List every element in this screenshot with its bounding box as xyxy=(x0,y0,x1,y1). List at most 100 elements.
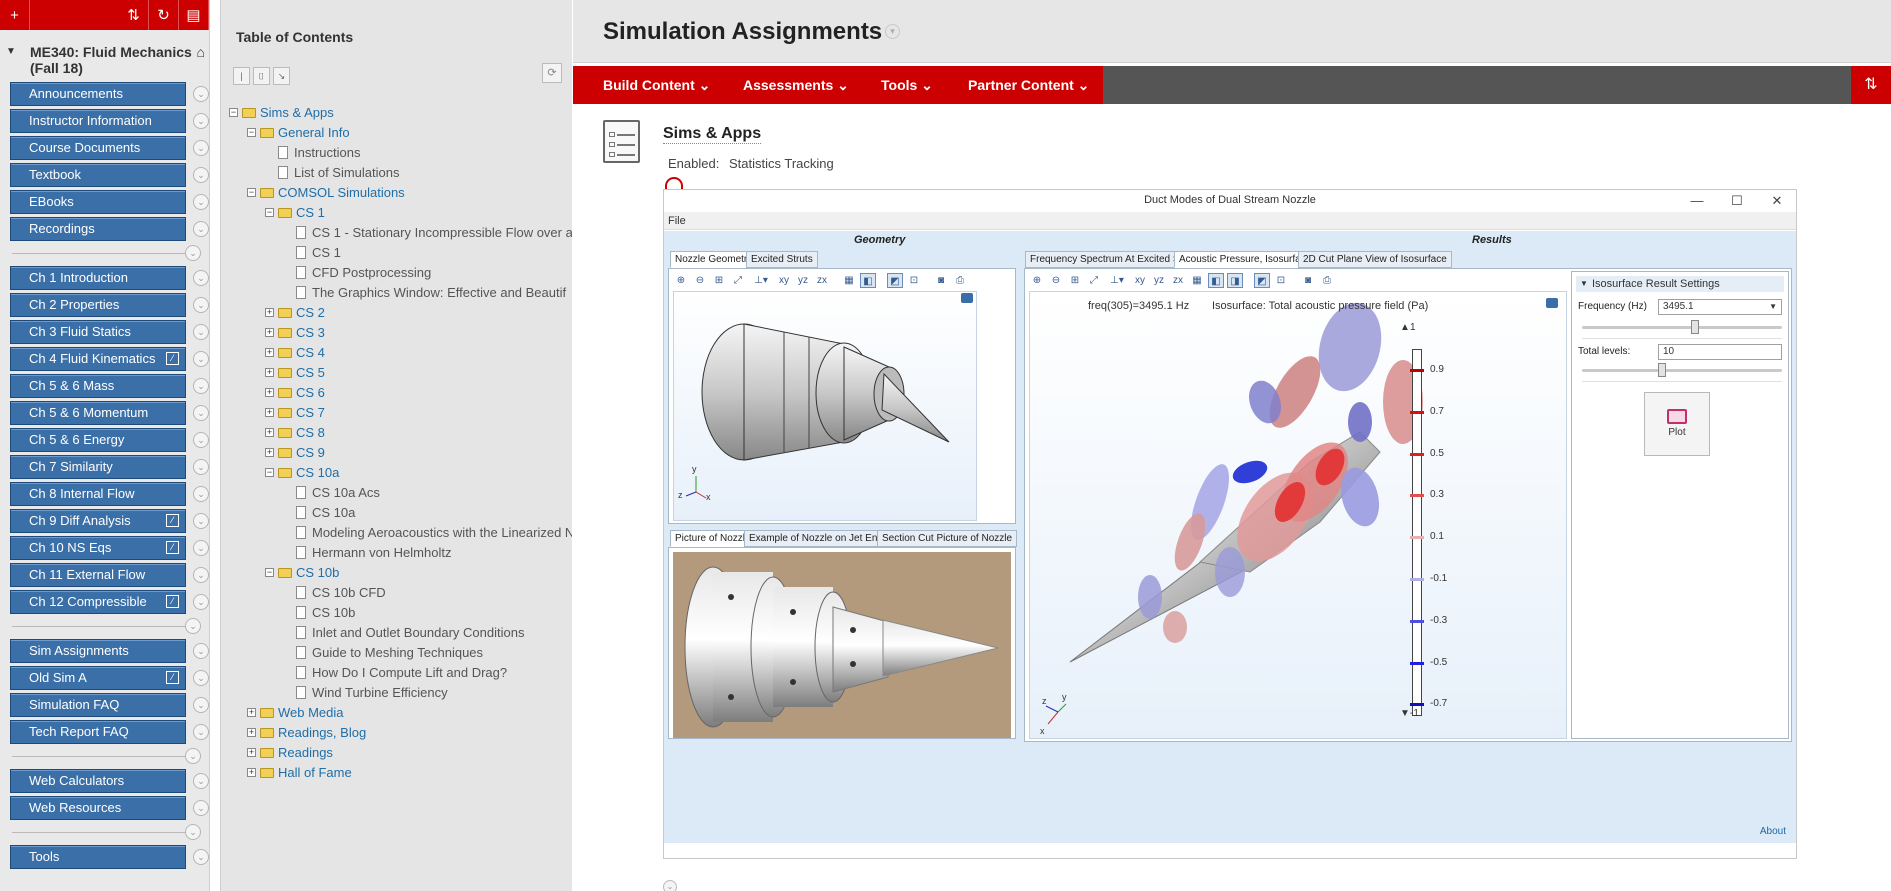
chevron-down-icon[interactable]: ⌄ xyxy=(193,351,209,367)
menu-item[interactable]: Tools ⌄ xyxy=(10,845,209,869)
toc-folder[interactable]: + Web Media xyxy=(221,703,572,723)
close-icon[interactable]: ✕ xyxy=(1762,191,1792,211)
plot-button[interactable]: Plot xyxy=(1644,392,1710,456)
chevron-down-icon[interactable]: ⌄ xyxy=(193,513,209,529)
toc-item[interactable]: CS 1 xyxy=(221,243,572,263)
toc-folder[interactable]: + CS 3 xyxy=(221,323,572,343)
chevron-down-icon[interactable]: ⌄ xyxy=(193,113,209,129)
toc-label[interactable]: CS 7 xyxy=(296,403,325,423)
toc-label[interactable]: Modeling Aeroacoustics with the Lineariz… xyxy=(312,523,572,543)
menu-item[interactable]: Ch 7 Similarity ⌄ xyxy=(10,455,209,479)
menu-item[interactable]: Ch 1 Introduction ⌄ xyxy=(10,266,209,290)
chevron-down-icon[interactable]: ⌄ xyxy=(663,880,677,891)
toc-label[interactable]: CS 2 xyxy=(296,303,325,323)
chevron-down-icon[interactable]: ⌄ xyxy=(193,643,209,659)
folder-view-icon[interactable]: ▤ xyxy=(179,0,209,30)
menu-item[interactable]: Tech Report FAQ ⌄ xyxy=(10,720,209,744)
chevron-down-icon[interactable]: ⌄ xyxy=(193,486,209,502)
chevron-down-icon[interactable]: ⌄ xyxy=(185,245,201,261)
menu-item[interactable]: Ch 2 Properties ⌄ xyxy=(10,293,209,317)
toc-folder[interactable]: + Readings xyxy=(221,743,572,763)
refresh-icon[interactable]: ↻ xyxy=(149,0,179,30)
toc-folder[interactable]: + CS 2 xyxy=(221,303,572,323)
toc-folder[interactable]: + CS 9 xyxy=(221,443,572,463)
menu-item[interactable]: Ch 5 & 6 Mass ⌄ xyxy=(10,374,209,398)
zoom-box-icon[interactable]: ⊞ xyxy=(1067,273,1083,288)
collapse-toggle-icon[interactable]: − xyxy=(265,468,274,477)
menu-item[interactable]: Textbook ⌄ xyxy=(10,163,209,187)
file-menu[interactable]: File xyxy=(668,215,686,227)
toc-folder[interactable]: − General Info xyxy=(221,123,572,143)
expand-toggle-icon[interactable]: + xyxy=(265,428,274,437)
expand-toggle-icon[interactable]: + xyxy=(265,448,274,457)
partner-content-menu[interactable]: Partner Content ⌄ xyxy=(968,66,1089,104)
expand-toggle-icon[interactable]: + xyxy=(265,368,274,377)
menu-item[interactable]: EBooks ⌄ xyxy=(10,190,209,214)
toc-folder[interactable]: + Readings, Blog xyxy=(221,723,572,743)
zoom-extents-icon[interactable]: ⤢ xyxy=(730,273,746,288)
toc-folder[interactable]: + CS 4 xyxy=(221,343,572,363)
toc-label[interactable]: CS 10b CFD xyxy=(312,583,386,603)
toc-label[interactable]: Instructions xyxy=(294,143,360,163)
chevron-down-icon[interactable]: ⌄ xyxy=(193,140,209,156)
toc-label[interactable]: Hermann von Helmholtz xyxy=(312,543,451,563)
chevron-down-icon[interactable]: ⌄ xyxy=(193,459,209,475)
chevron-down-icon[interactable]: ⌄ xyxy=(193,670,209,686)
view-axis-icon[interactable]: ⊥▾ xyxy=(749,273,773,288)
toc-label[interactable]: CS 10b xyxy=(296,563,339,583)
chevron-down-icon[interactable]: ⌄ xyxy=(193,86,209,102)
menu-item[interactable]: Ch 8 Internal Flow ⌄ xyxy=(10,482,209,506)
chevron-down-icon[interactable]: ⌄ xyxy=(193,297,209,313)
tab-picture-of-nozzle[interactable]: Picture of Nozzle xyxy=(670,530,756,547)
print-icon[interactable]: ⎙ xyxy=(1319,273,1335,288)
sort-arrows-icon[interactable]: ⇅ xyxy=(1851,66,1891,104)
chevron-down-icon[interactable]: ⌄ xyxy=(185,618,201,634)
chevron-down-icon[interactable]: ⌄ xyxy=(193,432,209,448)
chevron-down-icon[interactable]: ⌄ xyxy=(193,594,209,610)
collapse-caret-icon[interactable]: ▼ xyxy=(6,46,16,57)
toc-label[interactable]: CS 4 xyxy=(296,343,325,363)
chevron-down-icon[interactable]: ⌄ xyxy=(193,194,209,210)
collapse-toggle-icon[interactable]: − xyxy=(247,128,256,137)
print-icon[interactable]: ⎙ xyxy=(952,273,968,288)
expand-toggle-icon[interactable]: + xyxy=(247,708,256,717)
chevron-down-icon[interactable]: ▾ xyxy=(885,24,900,39)
toc-label[interactable]: List of Simulations xyxy=(294,163,400,183)
toc-item[interactable]: Guide to Meshing Techniques xyxy=(221,643,572,663)
grid-icon[interactable]: ⊡ xyxy=(1273,273,1289,288)
toc-label[interactable]: Guide to Meshing Techniques xyxy=(312,643,483,663)
sort-icon[interactable]: ↘ xyxy=(273,67,290,85)
toc-label[interactable]: Hall of Fame xyxy=(278,763,352,783)
chevron-down-icon[interactable]: ⌄ xyxy=(193,270,209,286)
tab-2d-cut-plane[interactable]: 2D Cut Plane View of Isosurface xyxy=(1298,251,1452,268)
tab-excited-struts[interactable]: Excited Struts xyxy=(746,251,818,268)
collapse-toggle-icon[interactable]: − xyxy=(229,108,238,117)
menu-item[interactable]: Course Documents ⌄ xyxy=(10,136,209,160)
sort-arrows-icon[interactable]: ⇅ xyxy=(119,0,149,30)
toc-label[interactable]: Readings, Blog xyxy=(278,723,366,743)
zoom-out-icon[interactable]: ⊖ xyxy=(1048,273,1064,288)
expand-toggle-icon[interactable]: + xyxy=(265,328,274,337)
toc-label[interactable]: COMSOL Simulations xyxy=(278,183,405,203)
view-yz-icon[interactable]: yz xyxy=(1151,273,1167,288)
expand-toggle-icon[interactable]: + xyxy=(247,728,256,737)
build-content-menu[interactable]: Build Content ⌄ xyxy=(603,66,710,104)
toc-label[interactable]: Wind Turbine Efficiency xyxy=(312,683,448,703)
chevron-down-icon[interactable]: ⌄ xyxy=(193,800,209,816)
menu-item[interactable]: Instructor Information ⌄ xyxy=(10,109,209,133)
collapse-toggle-icon[interactable]: − xyxy=(247,188,256,197)
expand-all-icon[interactable]: | xyxy=(233,67,250,85)
scene-light-icon[interactable]: ◩ xyxy=(887,272,903,288)
view-axis-icon[interactable]: ⊥▾ xyxy=(1105,273,1129,288)
toc-label[interactable]: CS 9 xyxy=(296,443,325,463)
toc-item[interactable]: Inlet and Outlet Boundary Conditions xyxy=(221,623,572,643)
camera-icon[interactable]: ◙ xyxy=(933,273,949,288)
menu-item[interactable]: Ch 5 & 6 Energy ⌄ xyxy=(10,428,209,452)
menu-item[interactable]: Sim Assignments ⌄ xyxy=(10,639,209,663)
zoom-box-icon[interactable]: ⊞ xyxy=(711,273,727,288)
frequency-dropdown[interactable]: 3495.1 ▼ xyxy=(1658,299,1782,315)
view-yz-icon[interactable]: yz xyxy=(795,273,811,288)
toc-folder[interactable]: + CS 8 xyxy=(221,423,572,443)
render-mode-icon[interactable]: ◩ xyxy=(1254,272,1270,288)
menu-item[interactable]: Web Resources ⌄ xyxy=(10,796,209,820)
